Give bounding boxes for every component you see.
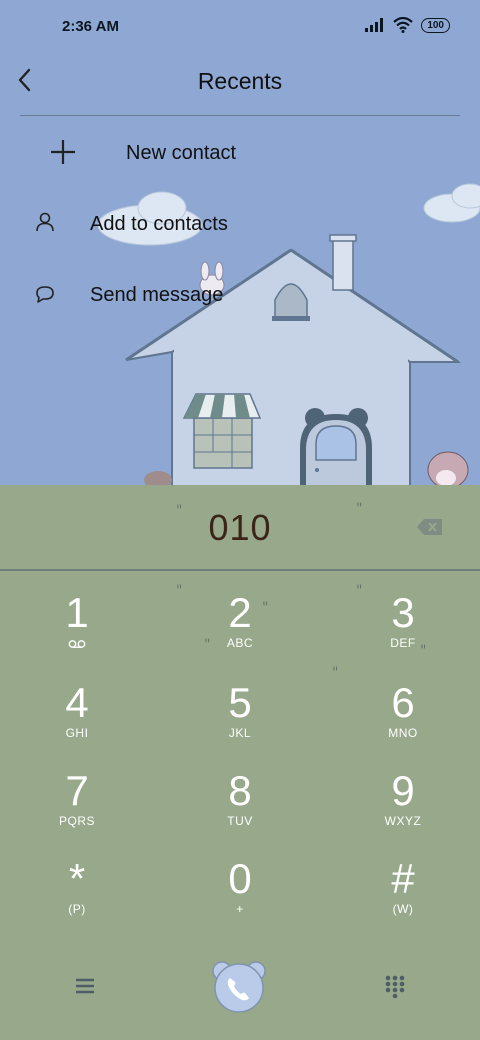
dialed-number-row: 010 (0, 485, 480, 571)
key-9-digit: 9 (391, 767, 415, 814)
dialpad-icon (385, 975, 405, 999)
new-contact-label: New contact (126, 142, 237, 164)
key-hash[interactable]: # (W) (333, 856, 473, 936)
key-5[interactable]: 5 JKL (170, 680, 310, 760)
menu-button[interactable] (70, 973, 100, 999)
page-title: Recents (197, 68, 283, 94)
signal-icon (365, 18, 384, 32)
phone-icon (212, 961, 266, 1013)
header-divider (20, 115, 460, 116)
battery-indicator: 100 (421, 17, 450, 33)
key-6[interactable]: 6 MNO (333, 680, 473, 760)
key-7-digit: 7 (65, 767, 89, 814)
key-2-digit: 2 (228, 589, 252, 636)
key-2-letters: ABC (226, 636, 254, 650)
key-1-digit: 1 (65, 589, 89, 636)
new-contact-button[interactable]: New contact (0, 124, 480, 180)
voicemail-icon (68, 640, 86, 648)
key-9[interactable]: 9 WXYZ (333, 768, 473, 848)
person-icon (36, 212, 54, 232)
dialpad-toggle-button[interactable] (381, 973, 409, 1001)
key-5-digit: 5 (228, 679, 252, 726)
key-hash-letters: (W) (392, 902, 414, 916)
status-icons: 100 (365, 17, 450, 33)
key-star-digit: * (68, 855, 86, 902)
key-hash-digit: # (391, 855, 415, 902)
status-time: 2:36 AM (62, 18, 119, 35)
send-message-label: Send message (90, 284, 224, 306)
key-3-digit: 3 (391, 589, 415, 636)
wifi-icon (393, 17, 414, 33)
key-6-letters: MNO (388, 726, 418, 740)
add-to-contacts-button[interactable]: Add to contacts (0, 195, 480, 251)
key-3[interactable]: 3 DEF (333, 590, 473, 670)
key-6-digit: 6 (391, 679, 415, 726)
key-7-letters: PQRS (58, 814, 95, 828)
key-8-letters: TUV (227, 814, 253, 828)
key-4-letters: GHI (65, 726, 89, 740)
key-3-letters: DEF (390, 636, 416, 650)
key-star-letters: (P) (68, 902, 86, 916)
key-4[interactable]: 4 GHI (7, 680, 147, 760)
key-0-digit: 0 (228, 855, 252, 902)
key-2[interactable]: 2 ABC (170, 590, 310, 670)
key-0[interactable]: 0 + (170, 856, 310, 936)
send-message-button[interactable]: Send message (0, 266, 480, 322)
key-5-letters: JKL (228, 726, 252, 740)
key-8-digit: 8 (228, 767, 252, 814)
call-button[interactable] (210, 959, 268, 1013)
chat-bubble-icon (36, 286, 54, 303)
key-1[interactable]: 1 (7, 590, 147, 670)
dialed-number[interactable]: 010 (0, 507, 480, 549)
dialpad-panel: " " " " " " " " 010 1 2 ABC 3 DEF 4 GHI (0, 485, 480, 1040)
top-area: 2:36 AM 100 Recents New contact Add to c… (0, 0, 480, 485)
plus-icon (51, 140, 75, 164)
key-4-digit: 4 (65, 679, 89, 726)
menu-icon (76, 978, 94, 994)
add-to-contacts-label: Add to contacts (90, 213, 228, 235)
key-0-letters: + (236, 902, 244, 916)
key-star[interactable]: * (P) (7, 856, 147, 936)
key-9-letters: WXYZ (384, 814, 422, 828)
backspace-icon (417, 519, 442, 535)
key-8[interactable]: 8 TUV (170, 768, 310, 848)
header: Recents (0, 56, 480, 116)
key-7[interactable]: 7 PQRS (7, 768, 147, 848)
status-bar: 2:36 AM 100 (0, 0, 480, 56)
backspace-button[interactable] (416, 517, 444, 537)
